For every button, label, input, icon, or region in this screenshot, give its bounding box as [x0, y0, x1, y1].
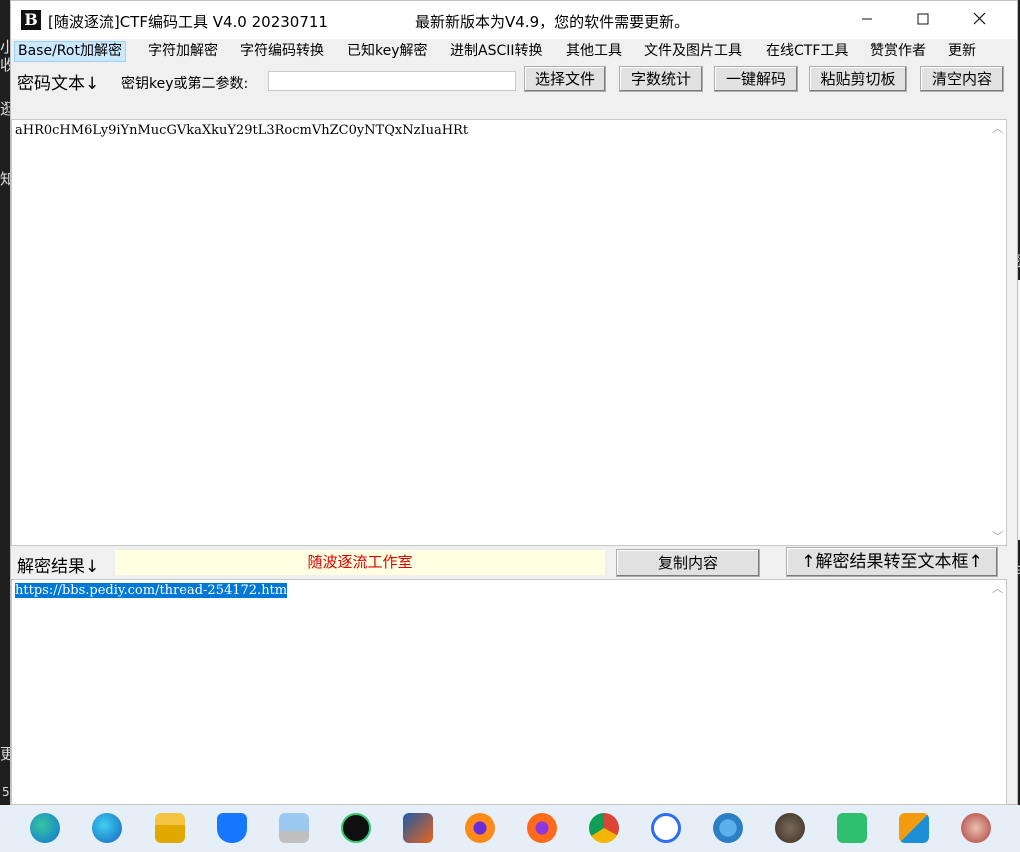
window-title: [随波逐流]CTF编码工具 V4.0 20230711: [48, 13, 328, 31]
u-app-icon[interactable]: [341, 813, 371, 843]
security-app-icon[interactable]: [217, 813, 247, 843]
result-text-content: https://bbs.pediy.com/thread-254172.htm: [15, 583, 288, 598]
app-logo-icon: B: [21, 10, 41, 30]
result-scrollbar[interactable]: ︿: [989, 580, 1006, 804]
update-notice[interactable]: 最新新版本为V4.9，您的软件需要更新。: [415, 11, 689, 32]
cipher-textarea[interactable]: aHR0cHM6Ly9iYnMucGVkaXkuY29tL3RocmVhZC0y…: [11, 119, 1007, 546]
avatar-app-icon[interactable]: [775, 813, 805, 843]
main-window: B [随波逐流]CTF编码工具 V4.0 20230711 最新新版本为V4.9…: [10, 0, 1018, 805]
key-input[interactable]: [268, 71, 516, 91]
clear-button[interactable]: 清空内容: [920, 66, 1004, 92]
menu-char-encoding[interactable]: 字符编码转换: [237, 41, 327, 62]
paste-clipboard-button[interactable]: 粘贴剪切板: [809, 66, 907, 92]
result-textarea[interactable]: https://bbs.pediy.com/thread-254172.htm …: [11, 579, 1007, 805]
menu-other-tools[interactable]: 其他工具: [563, 41, 625, 62]
laptop-app-icon[interactable]: [279, 813, 309, 843]
menu-base-rot[interactable]: Base/Rot加解密: [14, 41, 126, 62]
edge-icon[interactable]: [92, 813, 122, 843]
edge-dev-icon[interactable]: [30, 813, 60, 843]
cipher-text-label: 密码文本↓: [17, 74, 100, 94]
scroll-up-icon[interactable]: ︿: [989, 120, 1006, 137]
menu-file-image-tools[interactable]: 文件及图片工具: [641, 41, 745, 62]
background-left-strip: 小 收 逛 知 更 5: [0, 0, 15, 805]
close-icon[interactable]: [951, 1, 1007, 39]
cipher-text-content: aHR0cHM6Ly9iYnMucGVkaXkuY29tL3RocmVhZC0y…: [15, 123, 469, 138]
file-explorer-icon[interactable]: [155, 813, 185, 843]
char-count-button[interactable]: 字数统计: [619, 66, 703, 92]
vmware-icon[interactable]: [899, 813, 929, 843]
firefox-alt-icon[interactable]: [527, 813, 557, 843]
maximize-icon[interactable]: [895, 1, 951, 39]
scroll-up-icon[interactable]: ︿: [989, 580, 1006, 597]
title-bar: B [随波逐流]CTF编码工具 V4.0 20230711 最新新版本为V4.9…: [11, 1, 1017, 39]
taskbar: [0, 805, 1020, 852]
studio-link[interactable]: 随波逐流工作室: [115, 550, 605, 575]
minimize-icon[interactable]: [839, 1, 895, 39]
settings-gear-icon[interactable]: [713, 813, 743, 843]
select-file-button[interactable]: 选择文件: [524, 66, 606, 92]
transfer-result-button[interactable]: ↑解密结果转至文本框↑: [786, 547, 998, 577]
menu-known-key[interactable]: 已知key解密: [344, 41, 431, 62]
result-label: 解密结果↓: [17, 557, 100, 577]
menu-sponsor[interactable]: 赞赏作者: [867, 41, 929, 62]
menu-bar: Base/Rot加解密 字符加解密 字符编码转换 已知key解密 进制ASCII…: [11, 39, 1017, 63]
one-click-decode-button[interactable]: 一键解码: [714, 66, 798, 92]
feishu-icon[interactable]: [651, 813, 681, 843]
key-label: 密钥key或第二参数:: [121, 76, 249, 92]
firefox-icon[interactable]: [465, 813, 495, 843]
green-app-icon[interactable]: [837, 813, 867, 843]
menu-update[interactable]: 更新: [945, 41, 979, 62]
avatar-photo-icon[interactable]: [961, 813, 991, 843]
menu-base-ascii[interactable]: 进制ASCII转换: [447, 41, 546, 62]
copy-content-button[interactable]: 复制内容: [616, 549, 760, 577]
bg-char: 5: [2, 785, 10, 799]
menu-char-crypt[interactable]: 字符加解密: [145, 41, 221, 62]
scroll-down-icon[interactable]: ﹀: [989, 528, 1006, 545]
chrome-icon[interactable]: [589, 813, 619, 843]
menu-online-ctf[interactable]: 在线CTF工具: [763, 41, 851, 62]
matlab-icon[interactable]: [403, 813, 433, 843]
cipher-scrollbar[interactable]: ︿ ﹀: [989, 120, 1006, 545]
